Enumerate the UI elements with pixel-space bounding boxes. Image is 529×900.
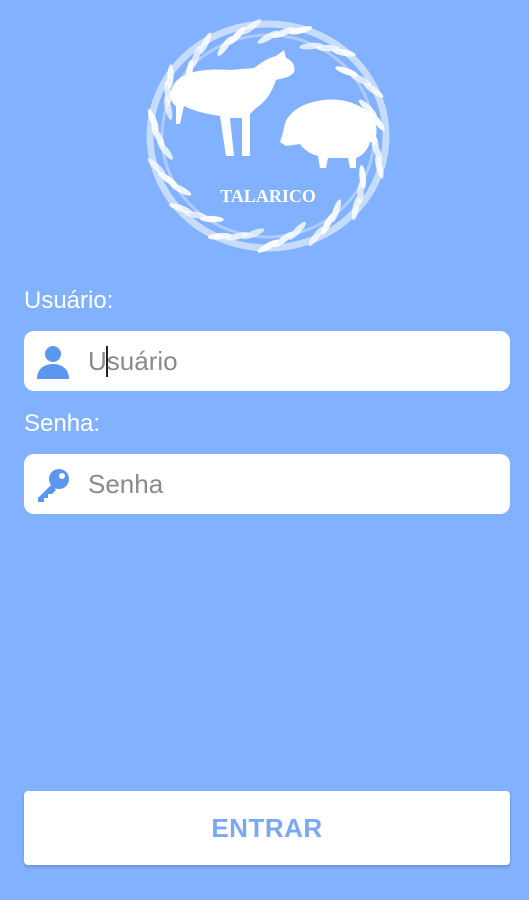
username-input[interactable]	[88, 331, 498, 391]
enter-button[interactable]: ENTRAR	[24, 791, 510, 865]
username-field[interactable]	[24, 331, 510, 391]
password-field[interactable]	[24, 454, 510, 514]
logo-text: TALARICO	[220, 186, 316, 206]
logo-emblem: TALARICO	[146, 19, 390, 253]
user-icon	[34, 343, 72, 381]
username-label: Usuário:	[24, 287, 114, 314]
talarico-logo: TALARICO	[134, 6, 402, 264]
key-icon	[34, 466, 72, 504]
password-label: Senha:	[24, 410, 101, 437]
password-input[interactable]	[88, 454, 498, 514]
